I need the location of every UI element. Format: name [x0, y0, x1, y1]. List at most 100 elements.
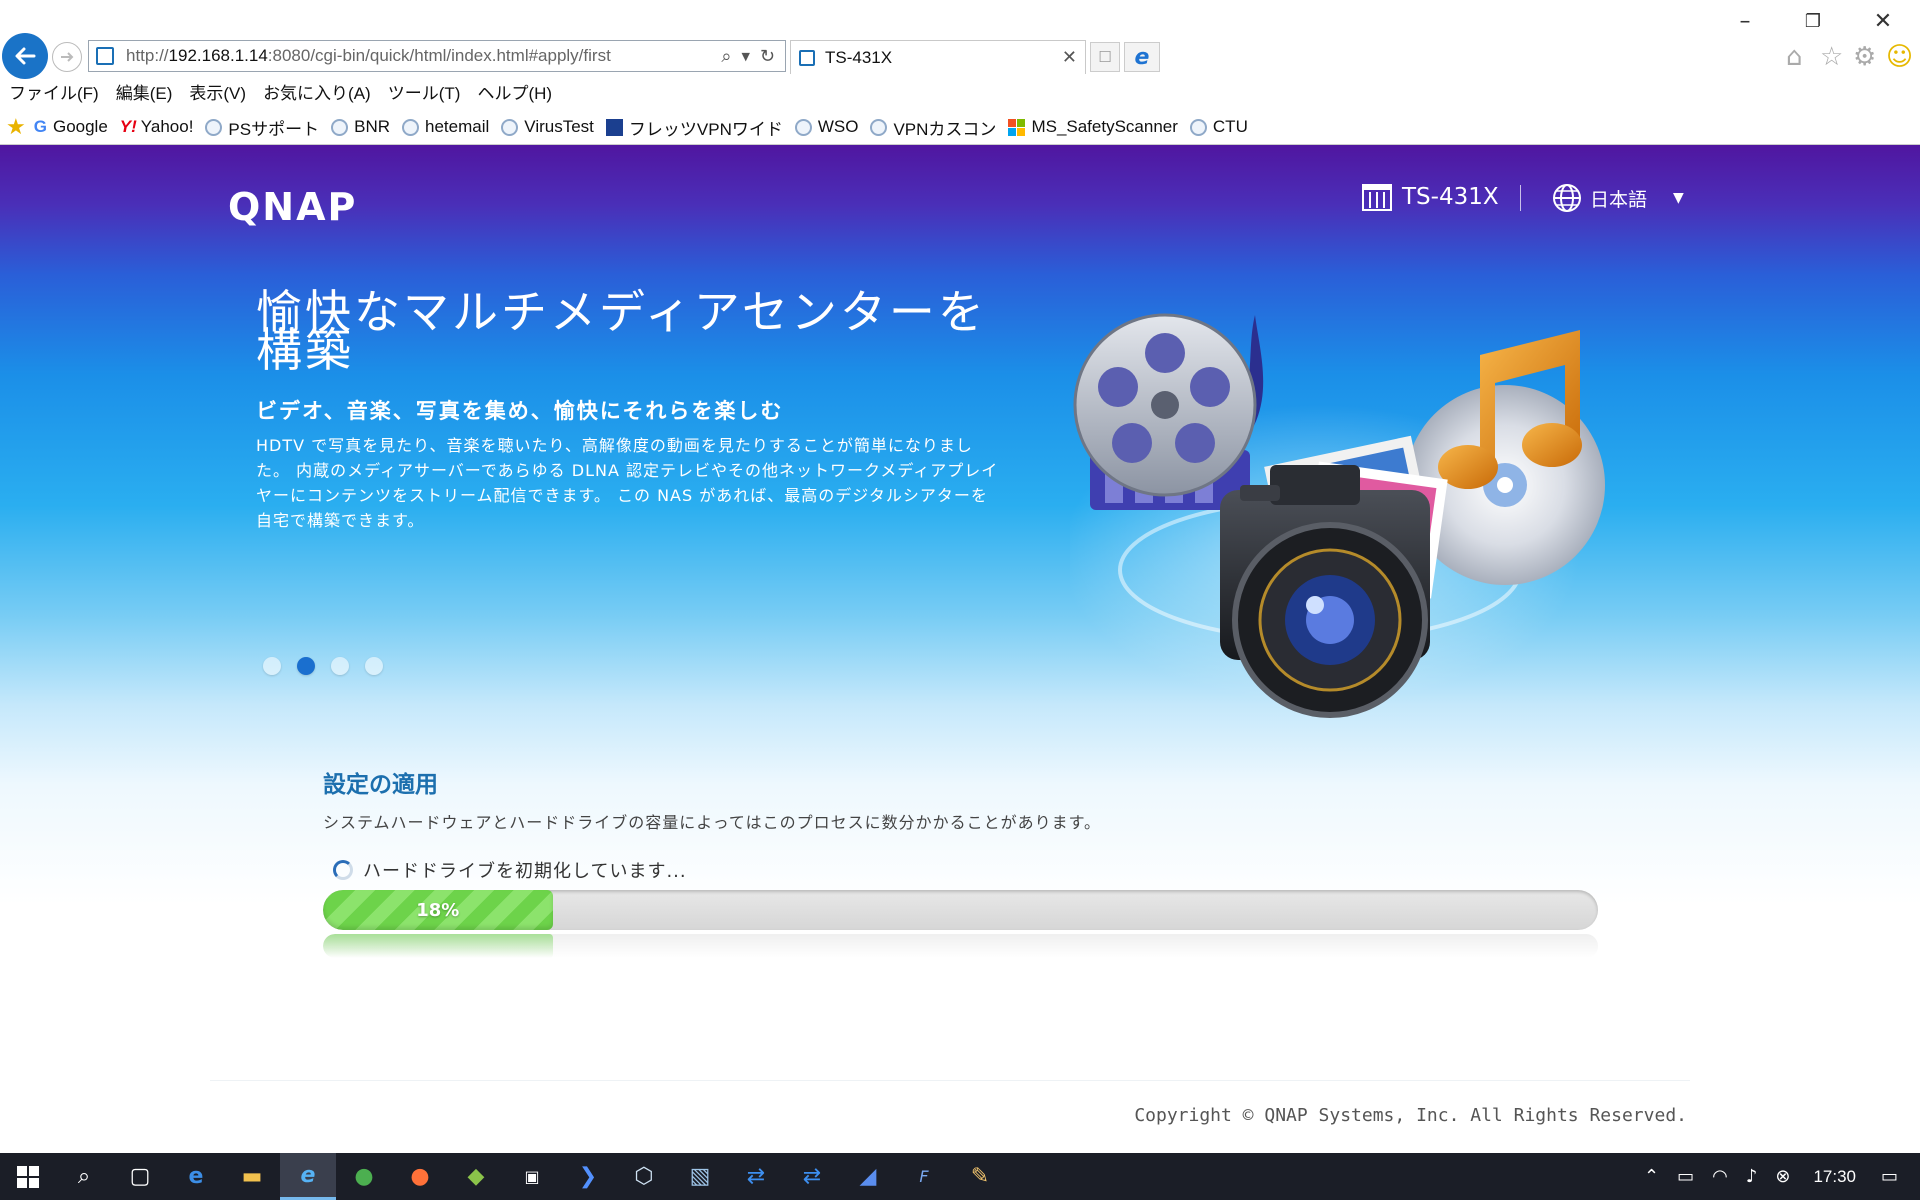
progress-fill: 18% [323, 890, 553, 930]
explorer-app[interactable]: ▬ [224, 1153, 280, 1200]
menu-file[interactable]: ファイル(F) [9, 79, 99, 104]
start-button[interactable] [0, 1153, 56, 1200]
menu-tools[interactable]: ツール(T) [388, 79, 461, 104]
close-icon[interactable]: ✕ [1062, 47, 1077, 68]
smiley-icon[interactable]: ☺ [1886, 42, 1913, 72]
fav-google[interactable]: G Google [34, 117, 108, 137]
carousel-dot-2[interactable] [297, 657, 315, 675]
wifi-icon[interactable]: ◠ [1712, 1166, 1728, 1187]
fav-ctu[interactable]: CTU [1189, 117, 1248, 137]
minimize-icon: – [1739, 8, 1751, 34]
minimize-button[interactable]: – [1720, 4, 1770, 38]
address-bar[interactable]: http://192.168.1.14:8080/cgi-bin/quick/h… [88, 40, 786, 72]
terminal-app[interactable]: ▣ [504, 1153, 560, 1200]
app-icon-13[interactable]: ✎ [952, 1153, 1008, 1200]
fav-hetemail[interactable]: hetemail [402, 117, 489, 137]
carousel-dot-3[interactable] [331, 657, 349, 675]
url-text[interactable]: http://192.168.1.14:8080/cgi-bin/quick/h… [126, 46, 721, 66]
fav-bnr[interactable]: BNR [331, 117, 390, 137]
carousel-dot-1[interactable] [263, 657, 281, 675]
ie-page-icon [331, 118, 349, 136]
star-icon[interactable]: ☆ [1820, 42, 1843, 72]
footer-divider [210, 1080, 1690, 1081]
windows-start-icon [17, 1165, 39, 1188]
clock[interactable]: 17:30 [1813, 1167, 1856, 1187]
menu-view[interactable]: 表示(V) [189, 79, 246, 104]
app-icon-11[interactable]: ◢ [840, 1153, 896, 1200]
fav-label: BNR [354, 117, 391, 136]
ie-page-icon [402, 118, 420, 136]
carousel-dots [263, 657, 399, 675]
system-tray: ⌃ ▭ ◠ ♪ ⊗ 17:30 ▭ [1635, 1153, 1920, 1200]
app-icon-7[interactable]: ⬡ [616, 1153, 672, 1200]
arrow-left-icon [15, 47, 36, 65]
model-indicator: TS-431X [1362, 183, 1499, 211]
arrow-right-icon [61, 52, 74, 62]
taskbar: ⌕ ▢ e ▬ e ● ● ◆ ▣ ❯ ⬡ ▧ ⇄ ⇄ ◢ F ✎ ⌃ ▭ ◠ … [0, 1153, 1920, 1200]
ie-page-icon [501, 118, 519, 136]
apply-note: システムハードウェアとハードドライブの容量によってはこのプロセスに数分かかること… [323, 813, 1102, 832]
fav-label: hetemail [425, 117, 490, 136]
fav-label: MS_SafetyScanner [1031, 117, 1178, 136]
menu-favorites[interactable]: お気に入り(A) [263, 79, 371, 104]
chrome-app[interactable]: ● [336, 1153, 392, 1200]
task-view-icon: ▢ [129, 1164, 151, 1189]
fav-yahoo[interactable]: Y! Yahoo! [120, 117, 194, 137]
app-icon-8[interactable]: ▧ [672, 1153, 728, 1200]
powershell-app[interactable]: ❯ [560, 1153, 616, 1200]
search-icon[interactable]: ⌕ [721, 46, 731, 67]
restore-button[interactable]: ❐ [1788, 4, 1838, 38]
ie-icon[interactable]: e [1124, 42, 1160, 72]
hero-subtitle: ビデオ、音楽、写真を集め、愉快にそれらを楽しむ [256, 399, 784, 423]
volume-icon[interactable]: ♪ [1746, 1166, 1758, 1187]
tab-active[interactable]: TS-431X ✕ [790, 40, 1086, 74]
search-taskbar-button[interactable]: ⌕ [56, 1153, 112, 1200]
windows-logo-icon [1008, 118, 1026, 136]
battery-icon[interactable]: ▭ [1677, 1166, 1694, 1187]
notification-x-icon[interactable]: ⊗ [1775, 1166, 1790, 1187]
language-selector[interactable]: 日本語 ▼ [1552, 183, 1684, 213]
multimedia-illustration [1070, 313, 1605, 718]
fav-label: Google [52, 117, 108, 136]
teamviewer-icon: ⇄ [802, 1164, 822, 1189]
app-icon-4[interactable]: ◆ [448, 1153, 504, 1200]
tab-title: TS-431X [825, 47, 893, 67]
app-icon-12[interactable]: F [896, 1153, 952, 1200]
chevron-up-icon[interactable]: ⌃ [1644, 1166, 1659, 1187]
ie-page-icon [205, 118, 223, 136]
home-icon[interactable]: ⌂ [1786, 42, 1803, 72]
browser-chrome: http://192.168.1.14:8080/cgi-bin/quick/h… [0, 0, 1920, 79]
carousel-dot-4[interactable] [365, 657, 383, 675]
back-button[interactable] [2, 33, 48, 79]
fav-vpn-kascon[interactable]: VPNカスコン [870, 115, 996, 140]
favorites-star-icon[interactable]: ★ [6, 115, 26, 140]
progress-bar: 18% [323, 890, 1598, 930]
fav-ms-safety[interactable]: MS_SafetyScanner [1008, 117, 1178, 137]
refresh-icon[interactable]: ↻ [760, 46, 775, 67]
close-window-button[interactable]: ✕ [1858, 4, 1908, 38]
language-label: 日本語 [1590, 188, 1648, 211]
app-icon-10[interactable]: ⇄ [784, 1153, 840, 1200]
task-view-button[interactable]: ▢ [112, 1153, 168, 1200]
edge-logo-icon: e [1134, 44, 1150, 70]
app-icon-9[interactable]: ⇄ [728, 1153, 784, 1200]
dropdown-icon[interactable]: ▼ [741, 50, 749, 63]
fav-wso[interactable]: WSO [794, 117, 858, 137]
copyright-text: Copyright © QNAP Systems, Inc. All Right… [1134, 1105, 1687, 1126]
new-tab-button[interactable]: ☐ [1090, 42, 1120, 72]
teamviewer-icon: ⇄ [746, 1164, 766, 1189]
menu-edit[interactable]: 編集(E) [116, 79, 173, 104]
fav-label: VPNカスコン [893, 119, 997, 139]
edge-app[interactable]: e [168, 1153, 224, 1200]
nas-device-icon [1362, 184, 1392, 211]
gear-icon[interactable]: ⚙ [1853, 42, 1876, 72]
forward-button[interactable] [52, 42, 82, 72]
ie-app[interactable]: e [280, 1153, 336, 1200]
menu-help[interactable]: ヘルプ(H) [477, 79, 552, 104]
firefox-app[interactable]: ● [392, 1153, 448, 1200]
fav-pssupport[interactable]: PSサポート [205, 115, 319, 140]
fav-virustest[interactable]: VirusTest [501, 117, 594, 137]
action-center-icon[interactable]: ▭ [1881, 1166, 1898, 1187]
terminal-icon: ▣ [524, 1167, 540, 1186]
fav-flets-vpn[interactable]: フレッツVPNワイド [605, 115, 783, 140]
